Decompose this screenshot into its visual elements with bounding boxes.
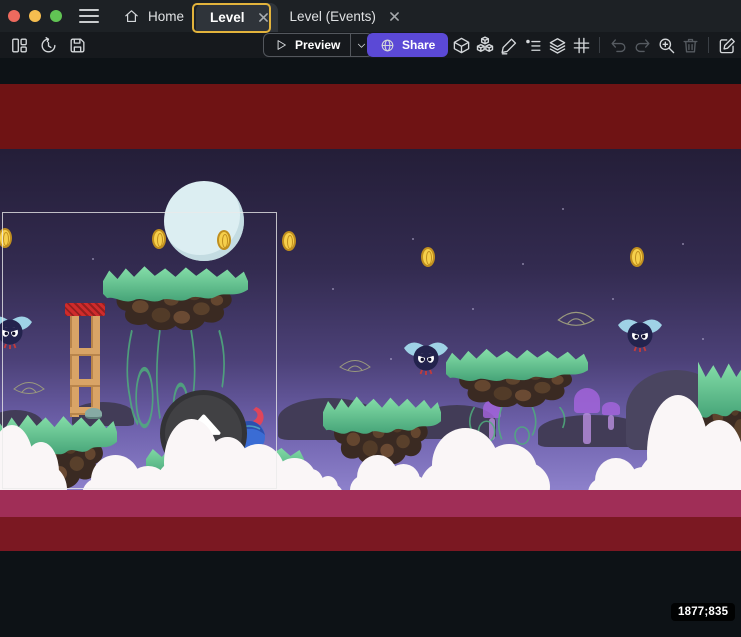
- tab-level-label: Level: [210, 10, 245, 25]
- cursor-coordinates-badge: 1877;835: [671, 603, 735, 621]
- edit-scene-properties-icon[interactable]: [717, 35, 737, 55]
- tab-level-events[interactable]: Level (Events): [278, 0, 411, 32]
- instances-list-icon[interactable]: [523, 35, 543, 55]
- panels-icon[interactable]: [9, 35, 29, 55]
- coin-object[interactable]: [282, 231, 296, 251]
- edit-pencil-icon[interactable]: [499, 35, 519, 55]
- toolbar-right-group: [451, 32, 737, 58]
- level-ground-band[interactable]: [0, 490, 741, 517]
- tab-bar: Home Level Level (Events): [111, 0, 411, 32]
- level-bottom-band[interactable]: [0, 517, 741, 551]
- traffic-light-minimize[interactable]: [29, 10, 41, 22]
- star: [612, 298, 614, 300]
- star: [332, 288, 334, 290]
- toolbar-divider: [599, 37, 600, 53]
- star: [412, 238, 414, 240]
- hidden-object-outline[interactable]: [338, 358, 372, 376]
- object-groups-icon[interactable]: [475, 35, 495, 55]
- coin-object[interactable]: [630, 247, 644, 267]
- preview-label: Preview: [295, 38, 340, 52]
- star: [682, 243, 684, 245]
- app-window: Home Level Level (Events): [0, 0, 741, 637]
- tab-home[interactable]: Home: [111, 0, 196, 32]
- traffic-light-close[interactable]: [8, 10, 20, 22]
- history-icon[interactable]: [38, 35, 58, 55]
- grid-icon[interactable]: [571, 35, 591, 55]
- mushroom: [602, 402, 620, 430]
- star: [472, 308, 474, 310]
- coin-object[interactable]: [421, 247, 435, 267]
- tab-home-label: Home: [148, 9, 184, 24]
- preview-button[interactable]: Preview: [263, 33, 373, 57]
- bat-enemy[interactable]: [616, 313, 664, 355]
- redo-icon[interactable]: [632, 35, 652, 55]
- hidden-object-outline[interactable]: [556, 308, 596, 332]
- home-icon: [123, 8, 140, 25]
- scene-window-border: [2, 212, 277, 489]
- bat-enemy[interactable]: [402, 336, 450, 378]
- tab-level[interactable]: Level: [196, 3, 278, 32]
- globe-icon: [380, 38, 395, 53]
- tab-level-events-label: Level (Events): [290, 9, 376, 24]
- zoom-in-icon[interactable]: [656, 35, 676, 55]
- share-button[interactable]: Share: [367, 33, 448, 57]
- objects-panel-icon[interactable]: [451, 35, 471, 55]
- preview-button-main[interactable]: Preview: [264, 34, 350, 56]
- star: [390, 358, 392, 360]
- toolbar-left-group: [9, 35, 87, 55]
- ground-platform[interactable]: [323, 392, 441, 464]
- toolbar: Preview Share: [0, 32, 741, 58]
- play-icon: [274, 38, 288, 52]
- layers-icon[interactable]: [547, 35, 567, 55]
- share-label: Share: [402, 38, 435, 52]
- title-bar: Home Level Level (Events): [0, 0, 741, 32]
- save-icon[interactable]: [67, 35, 87, 55]
- star: [562, 208, 564, 210]
- star: [522, 263, 524, 265]
- star: [702, 338, 704, 340]
- toolbar-divider: [708, 37, 709, 53]
- menu-hamburger-icon[interactable]: [79, 9, 99, 23]
- undo-icon[interactable]: [608, 35, 628, 55]
- level-top-band[interactable]: [0, 84, 741, 149]
- traffic-light-zoom[interactable]: [50, 10, 62, 22]
- scene-editor-canvas[interactable]: 1877;835: [0, 58, 741, 637]
- tab-level-close-icon[interactable]: [259, 13, 268, 22]
- tab-level-events-close-icon[interactable]: [390, 12, 399, 21]
- trash-icon[interactable]: [680, 35, 700, 55]
